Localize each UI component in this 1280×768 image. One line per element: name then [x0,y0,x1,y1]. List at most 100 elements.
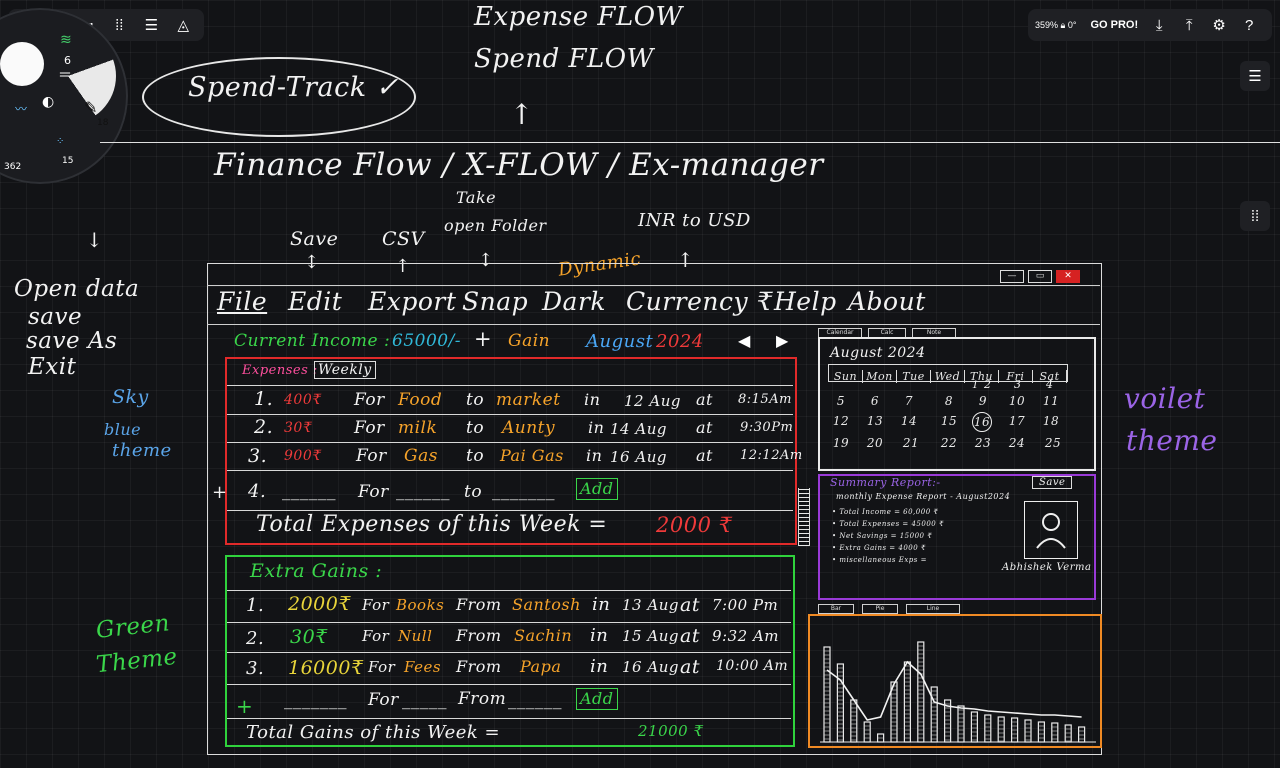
expense-time[interactable]: 12:12Am [740,448,803,463]
color-knob[interactable] [0,42,44,86]
gain-amount[interactable]: 2000₹ [288,593,351,615]
menu-help[interactable]: Help [774,287,837,316]
zoom-readout[interactable]: 359% 🔒︎ 0° [1028,20,1084,31]
expense-amount-input[interactable]: ______ [282,481,336,501]
menu-file[interactable]: File [217,287,267,316]
next-month-icon[interactable]: ▶ [776,331,788,350]
calendar-day[interactable]: 11 [1038,394,1064,408]
calendar-day[interactable]: 15 [936,414,962,428]
gain-amount-input[interactable]: _______ [284,690,347,710]
calendar-day[interactable]: 14 [896,414,922,428]
calendar-day[interactable]: 19 [828,436,854,450]
vertical-scrollbar[interactable] [798,488,810,546]
expense-date[interactable]: 12 Aug [624,392,681,410]
gain-date[interactable]: 13 Aug [622,596,679,614]
expense-time[interactable]: 8:15Am [738,392,792,407]
pen-icon[interactable]: ≋ [60,32,72,48]
gain-amount[interactable]: 16000₹ [288,657,364,679]
summary-save-button[interactable]: Save [1032,476,1073,489]
gain-date[interactable]: 15 Aug [622,627,679,645]
gain-who[interactable]: Sachin [514,626,572,645]
calendar-day[interactable]: 7 [896,394,922,408]
expense-place[interactable]: Pai Gas [500,446,564,465]
upload-icon[interactable]: ⤒ [1174,9,1204,41]
calendar-day[interactable]: 2 [984,378,992,391]
calendar-day[interactable]: 13 [862,414,888,428]
calendar-day[interactable]: 24 [1004,436,1030,450]
help-icon[interactable]: ? [1234,9,1264,41]
calendar-day[interactable]: 17 [1004,414,1030,428]
expense-date[interactable]: 16 Aug [610,448,667,466]
calendar-day[interactable]: 20 [862,436,888,450]
calendar-day[interactable]: 6 [862,394,888,408]
spray-icon[interactable]: ⁘ [56,136,64,147]
calendar-day[interactable]: 3 [1014,378,1022,391]
gain-item[interactable]: Fees [404,658,441,676]
calendar-day[interactable]: 21 [898,436,924,450]
gain-who[interactable]: Papa [520,657,561,676]
tab-bar[interactable]: Bar [818,604,854,614]
menu-export[interactable]: Export [368,287,456,316]
menu-about[interactable]: About [848,287,926,316]
calendar-day[interactable]: 22 [936,436,962,450]
gain-who[interactable]: Santosh [512,595,581,614]
expense-amount[interactable]: 900₹ [284,448,322,464]
menu-dark[interactable]: Dark [542,287,606,316]
minimize-button[interactable]: — [1000,270,1024,283]
expense-date[interactable]: 14 Aug [610,420,667,438]
tab-pie[interactable]: Pie [862,604,898,614]
shapes-icon[interactable]: ◬ [167,9,199,41]
dots-grid-icon[interactable]: ⁞⁞ [103,9,135,41]
gain-add-plus[interactable]: + [236,694,253,718]
gear-icon[interactable]: ⚙ [1204,9,1234,41]
expense-place[interactable]: Aunty [502,418,555,438]
calendar-day[interactable]: 10 [1004,394,1030,408]
gain-who-input[interactable]: ______ [508,690,562,710]
contrast-icon[interactable]: ◐ [42,94,54,110]
pencil-icon[interactable]: ✎ [84,98,97,117]
gain-time[interactable]: 9:32 Am [712,627,779,645]
prev-month-icon[interactable]: ◀ [738,331,750,350]
gain-amount[interactable]: 30₹ [290,626,328,648]
calendar-day[interactable]: 25 [1040,436,1066,450]
menu-icon[interactable]: ＝ [58,65,72,85]
expense-item[interactable]: Gas [404,446,438,466]
expense-place[interactable]: market [496,390,561,410]
expense-amount[interactable]: 30₹ [284,420,312,436]
expense-item-input[interactable]: ______ [396,481,450,501]
dots-grid-icon[interactable]: ⁞⁞ [1240,201,1270,231]
go-pro-button[interactable]: GO PRO! [1084,19,1144,31]
expense-item[interactable]: Food [398,390,442,410]
close-button[interactable]: ✕ [1056,270,1080,283]
gain-date[interactable]: 16 Aug [622,658,679,676]
calendar-day[interactable]: 9 [970,394,996,408]
expense-add-plus[interactable]: + [212,482,228,503]
calendar-today[interactable]: 16 [972,412,992,432]
calendar-day[interactable]: 4 [1046,378,1054,391]
list-icon[interactable]: ☰ [135,9,167,41]
expenses-period-select[interactable]: Weekly [314,361,376,379]
menu-snap[interactable]: Snap [462,287,528,316]
expense-amount[interactable]: 400₹ [284,392,322,408]
maximize-button[interactable]: ▭ [1028,270,1052,283]
calendar-day[interactable]: 18 [1038,414,1064,428]
calendar-day[interactable]: 12 [828,414,854,428]
calendar-day[interactable]: 5 [828,394,854,408]
expense-item[interactable]: milk [398,418,437,438]
expense-time[interactable]: 9:30Pm [740,420,793,435]
gain-time[interactable]: 7:00 Pm [712,596,778,614]
menu-currency[interactable]: Currency ₹ [626,287,773,316]
hamburger-icon[interactable]: ☰ [1240,61,1270,91]
gain-item[interactable]: Books [396,596,444,614]
calendar-day[interactable]: 8 [936,394,962,408]
expense-place-input[interactable]: _______ [492,481,555,501]
gain-item[interactable]: Null [398,627,432,645]
tab-line[interactable]: Line [906,604,960,614]
waveform-icon[interactable]: 〰 [15,100,27,117]
download-icon[interactable]: ⤓ [1144,9,1174,41]
gain-add-button[interactable]: Add [576,688,618,710]
calendar-day[interactable]: 1 [972,380,979,391]
menu-edit[interactable]: Edit [288,287,342,316]
gain-item-input[interactable]: _____ [402,690,447,710]
calendar-day[interactable]: 23 [970,436,996,450]
